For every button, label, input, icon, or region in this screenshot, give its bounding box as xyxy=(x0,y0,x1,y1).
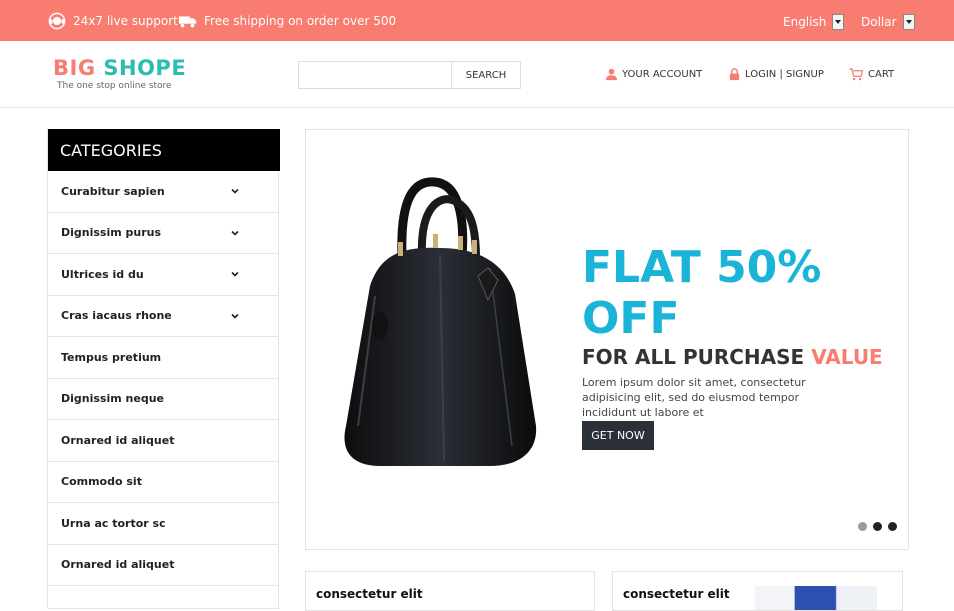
cart-label: CART xyxy=(868,69,895,80)
product-card[interactable]: consectetur elit xyxy=(612,571,903,611)
site-tagline: The one stop online store xyxy=(57,81,172,91)
category-item[interactable]: Ornared id aliquet xyxy=(48,420,278,462)
logo-part-shope: SHOPE xyxy=(103,56,187,80)
category-label: Ornared id aliquet xyxy=(61,558,175,572)
lock-icon xyxy=(729,68,740,81)
support-info: 24x7 live support xyxy=(47,12,178,30)
language-select[interactable]: English xyxy=(783,14,845,30)
site-header: BIG SHOPE The one stop online store SEAR… xyxy=(0,41,954,108)
slider-dot[interactable] xyxy=(888,522,897,531)
shipping-info: Free shipping on order over 500 xyxy=(178,12,396,30)
banner-subheadline: FOR ALL PURCHASE VALUE xyxy=(582,345,883,369)
product-card[interactable]: consectetur elit xyxy=(305,571,595,611)
banner-headline: FLAT 50% OFF xyxy=(582,242,822,344)
category-item[interactable]: Urna ac tortor sc xyxy=(48,503,278,545)
category-item[interactable]: Commodo sit xyxy=(48,462,278,503)
category-label: Tempus pretium xyxy=(61,350,162,364)
hero-banner: FLAT 50% OFF FOR ALL PURCHASE VALUE Lore… xyxy=(305,129,909,550)
your-account-label: YOUR ACCOUNT xyxy=(622,69,703,80)
user-icon xyxy=(605,68,618,81)
categories-title: CATEGORIES xyxy=(48,129,280,171)
currency-value: Dollar xyxy=(861,15,897,29)
truck-icon xyxy=(178,16,197,28)
category-item[interactable]: Curabitur sapien xyxy=(48,171,278,213)
category-item[interactable]: Ultrices id du xyxy=(48,254,278,296)
search-button[interactable]: SEARCH xyxy=(451,61,521,89)
product-image xyxy=(755,586,877,610)
product-title: consectetur elit xyxy=(623,587,730,601)
category-label: Curabitur sapien xyxy=(61,184,165,198)
subheadline-text: FOR ALL PURCHASE xyxy=(582,345,805,369)
your-account-link[interactable]: YOUR ACCOUNT xyxy=(605,68,702,81)
category-label: Ornared id aliquet xyxy=(61,433,175,447)
get-now-button[interactable]: GET NOW xyxy=(582,421,654,450)
subheadline-highlight: VALUE xyxy=(811,345,883,369)
search-input[interactable] xyxy=(298,61,452,89)
category-label: Dignissim neque xyxy=(61,392,164,406)
top-bar: 24x7 live support Free shipping on order… xyxy=(0,0,954,41)
category-label: Dignissim purus xyxy=(61,226,162,240)
product-title: consectetur elit xyxy=(316,587,423,601)
login-signup-label: LOGIN | SIGNUP xyxy=(745,69,824,80)
handbag-image xyxy=(344,177,537,466)
slider-dot[interactable] xyxy=(873,522,882,531)
chevron-down-icon[interactable] xyxy=(228,226,242,240)
chevron-down-icon[interactable] xyxy=(228,184,242,198)
category-item[interactable]: Tempus pretium xyxy=(48,337,278,379)
category-label: Commodo sit xyxy=(61,475,142,489)
category-label: Urna ac tortor sc xyxy=(61,516,166,530)
category-item[interactable]: Dignissim neque xyxy=(48,379,278,420)
slider-dot[interactable] xyxy=(858,522,867,531)
cart-link[interactable]: CART xyxy=(848,68,894,81)
site-logo[interactable]: BIG SHOPE xyxy=(53,56,186,80)
banner-description: Lorem ipsum dolor sit amet, consectetur … xyxy=(582,376,806,419)
support-text: 24x7 live support xyxy=(73,14,178,28)
headset-icon xyxy=(48,12,66,30)
logo-part-big: BIG xyxy=(53,56,96,80)
categories-list: Curabitur sapien Dignissim purus Ultrices … xyxy=(48,171,278,586)
currency-select[interactable]: Dollar xyxy=(861,14,915,30)
category-label: Cras iacaus rhone xyxy=(61,309,172,323)
category-item[interactable]: Dignissim purus xyxy=(48,213,278,254)
shipping-text: Free shipping on order over 500 xyxy=(204,14,397,28)
category-label: Ultrices id du xyxy=(61,267,144,281)
slider-dots xyxy=(858,522,897,531)
chevron-down-icon[interactable] xyxy=(228,267,242,281)
language-value: English xyxy=(783,15,827,29)
chevron-down-icon[interactable] xyxy=(228,309,242,323)
categories-sidebar: CATEGORIES Curabitur sapien Dignissim pur… xyxy=(47,129,280,609)
category-item[interactable]: Cras iacaus rhone xyxy=(48,296,278,337)
chevron-down-icon[interactable] xyxy=(902,14,915,30)
login-signup-link[interactable]: LOGIN | SIGNUP xyxy=(728,68,824,81)
chevron-down-icon[interactable] xyxy=(832,14,845,30)
category-item[interactable]: Ornared id aliquet xyxy=(48,545,278,586)
cart-icon xyxy=(849,68,864,81)
